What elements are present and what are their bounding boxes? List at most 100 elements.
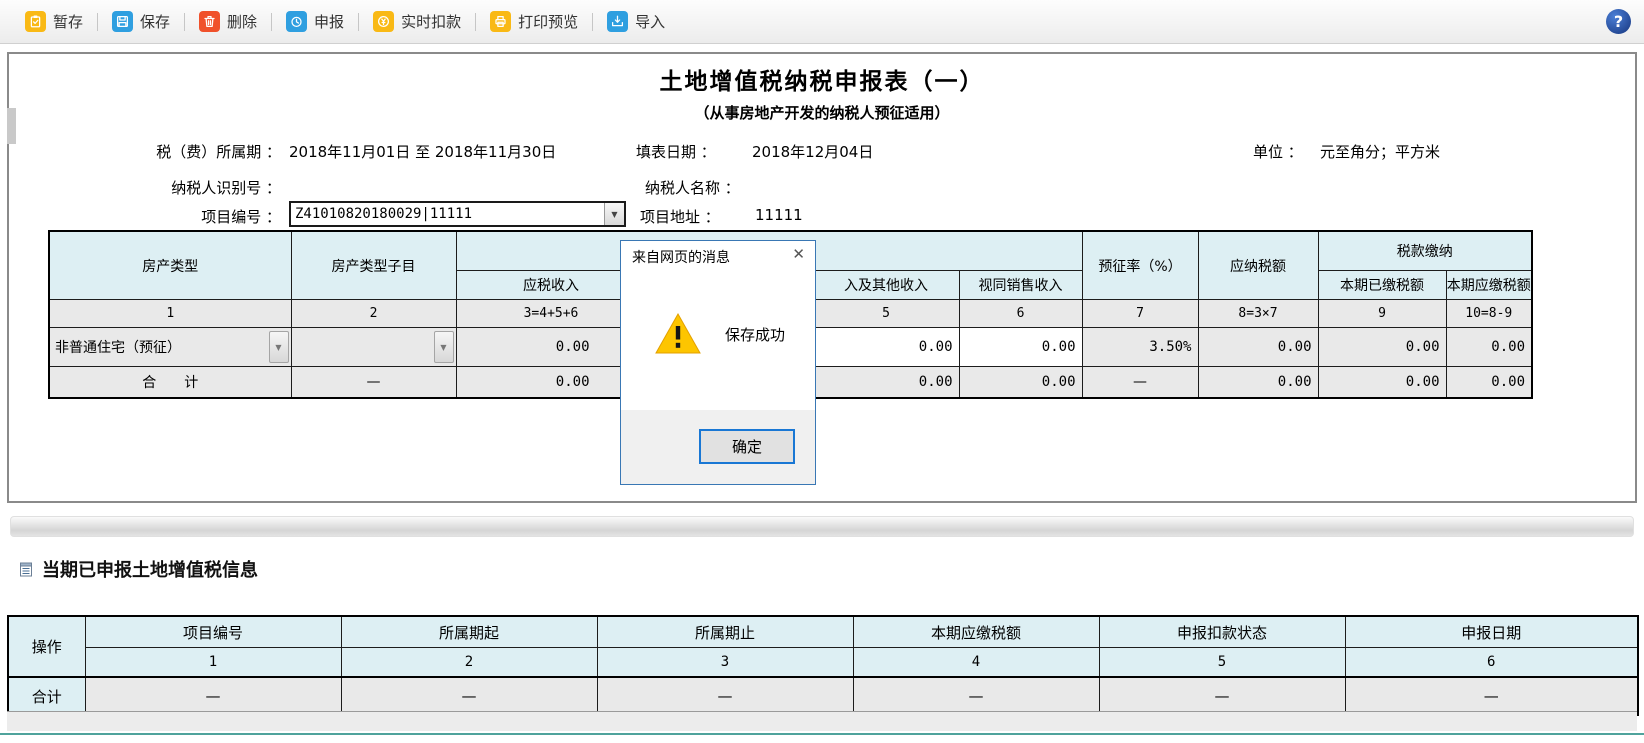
column-number: 5 (1098, 647, 1346, 678)
import-icon (607, 11, 629, 32)
dialog-title: 来自网页的消息 (632, 250, 730, 266)
total-row: 合计 — — — — — — (7, 676, 1639, 716)
unit-label: 单位 ： (1253, 143, 1303, 161)
button-label: 打印预览 (518, 13, 579, 31)
column-number: 3=4+5+6 (455, 299, 647, 328)
other-income-input[interactable]: 0.00 (812, 327, 960, 367)
column-number-row: 1 2 3 4 5 6 (8, 647, 1639, 678)
toolbar-divider (358, 12, 360, 31)
button-label: 保存 (140, 13, 171, 31)
project-number-label: 项目编号 ： (201, 208, 281, 226)
chevron-down-icon[interactable] (268, 331, 289, 363)
tax-payable-cell: 0.00 (1197, 327, 1319, 367)
save-draft-button[interactable]: 暂存 (14, 11, 94, 32)
header-deemed-sales-income: 视同销售收入 (958, 270, 1083, 300)
column-number: 6 (1344, 647, 1639, 678)
period-label: 税（费）所属期 ： (156, 143, 281, 161)
window-bottom-accent (0, 733, 1644, 735)
project-address-value: 11111 (755, 206, 803, 224)
total-cell: — (84, 676, 342, 716)
total-tax-payable-cell: 0.00 (1197, 366, 1319, 399)
column-number: 1 (84, 647, 342, 678)
webpage-message-dialog: 来自网页的消息 ✕ 保存成功 确定 (620, 240, 816, 485)
declared-tax-table: 操作 项目编号 所属期起 所属期止 本期应缴税额 申报扣款状态 申报日期 1 2… (7, 615, 1639, 716)
project-number-select[interactable]: Z41010820180029|11111 (289, 201, 626, 227)
declaration-form-panel: 土地增值税纳税申报表（一） （从事房地产开发的纳税人预征适用） 税（费）所属期 … (7, 52, 1637, 503)
button-label: 实时扣款 (401, 13, 462, 31)
ok-button[interactable]: 确定 (699, 429, 795, 464)
horizontal-scrollbar[interactable] (10, 516, 1634, 537)
column-number: 1 (48, 299, 292, 328)
header-tax-paid-this-period: 本期已缴税额 (1317, 270, 1447, 300)
delete-button[interactable]: 删除 (188, 11, 268, 32)
section-title: 当期已申报土地增值税信息 (42, 560, 258, 581)
column-number: 7 (1081, 299, 1199, 328)
header-tax-payable: 应纳税额 (1197, 230, 1319, 300)
fill-date-value: 2018年12月04日 (752, 143, 874, 161)
total-cell: — (596, 676, 854, 716)
header-deduction-status: 申报扣款状态 (1098, 615, 1346, 648)
table-footer-strip (7, 711, 1637, 731)
toolbar-divider (97, 12, 99, 31)
column-number: 6 (958, 299, 1083, 328)
total-tax-paid-cell: 0.00 (1317, 366, 1447, 399)
total-levy-rate-cell: — (1081, 366, 1199, 399)
total-taxable-income-cell: 0.00 (455, 366, 647, 399)
close-icon[interactable]: ✕ (792, 247, 805, 262)
yen-coin-icon (373, 11, 395, 32)
declare-button[interactable]: 申报 (275, 11, 355, 32)
total-label: 合计 (7, 676, 86, 716)
header-tax-payment-group: 税款缴纳 (1317, 230, 1533, 271)
header-tax-due: 本期应缴税额 (852, 615, 1100, 648)
button-label: 暂存 (53, 13, 84, 31)
header-period-start: 所属期起 (340, 615, 598, 648)
fill-date-label: 填表日期 ： (636, 143, 716, 161)
period-value: 2018年11月01日 至 2018年11月30日 (289, 143, 557, 161)
button-label: 申报 (314, 13, 345, 31)
header-tax-due-this-period: 本期应缴税额 (1445, 270, 1533, 300)
column-number: 4 (852, 647, 1100, 678)
trash-icon (199, 11, 221, 32)
column-number: 5 (812, 299, 960, 328)
taxpayer-name-label: 纳税人名称 ： (645, 179, 740, 197)
project-address-label: 项目地址 ： (640, 208, 720, 226)
total-other-income-cell: 0.00 (812, 366, 960, 399)
button-label: 导入 (635, 13, 666, 31)
header-property-subtype: 房产类型子目 (290, 230, 457, 300)
project-number-value: Z41010820180029|11111 (295, 206, 473, 222)
property-type-dropdown[interactable]: 非普通住宅（预征） (48, 327, 292, 367)
chevron-down-icon[interactable] (433, 331, 454, 363)
column-number: 9 (1317, 299, 1447, 328)
toolbar-divider (475, 12, 477, 31)
total-subtype-cell: — (290, 366, 457, 399)
button-label: 删除 (227, 13, 258, 31)
realtime-deduction-button[interactable]: 实时扣款 (362, 11, 472, 32)
dialog-footer: 确定 (621, 410, 815, 484)
toolbar-divider (271, 12, 273, 31)
deemed-sales-income-input[interactable]: 0.00 (958, 327, 1083, 367)
dialog-message: 保存成功 (725, 325, 786, 344)
clock-icon (286, 11, 308, 32)
header-project-number: 项目编号 (84, 615, 342, 648)
header-levy-rate: 预征率（%） (1081, 230, 1199, 300)
total-cell: — (1344, 676, 1639, 716)
warning-icon (655, 312, 701, 354)
toolbar: 暂存 保存 删除 申报 实时扣款 打印预览 导入 ? (0, 0, 1644, 44)
header-taxable-income: 应税收入 (455, 270, 647, 300)
property-type-value: 非普通住宅（预征） (55, 340, 181, 356)
save-icon (112, 11, 134, 32)
property-subtype-dropdown[interactable] (290, 327, 457, 367)
print-preview-button[interactable]: 打印预览 (479, 11, 589, 32)
taxpayer-id-label: 纳税人识别号 ： (171, 179, 281, 197)
import-button[interactable]: 导入 (596, 11, 676, 32)
declared-info-section-header: 当期已申报土地增值税信息 (18, 556, 258, 582)
total-tax-due-cell: 0.00 (1445, 366, 1533, 399)
taxable-income-cell: 0.00 (455, 327, 647, 367)
save-button[interactable]: 保存 (101, 11, 181, 32)
unit-value: 元至角分；平方米 (1320, 143, 1441, 161)
chevron-down-icon[interactable] (604, 203, 624, 225)
column-number: 8=3×7 (1197, 299, 1319, 328)
clipboard-icon (25, 11, 46, 32)
help-icon[interactable]: ? (1606, 9, 1631, 34)
tax-paid-cell: 0.00 (1317, 327, 1447, 367)
